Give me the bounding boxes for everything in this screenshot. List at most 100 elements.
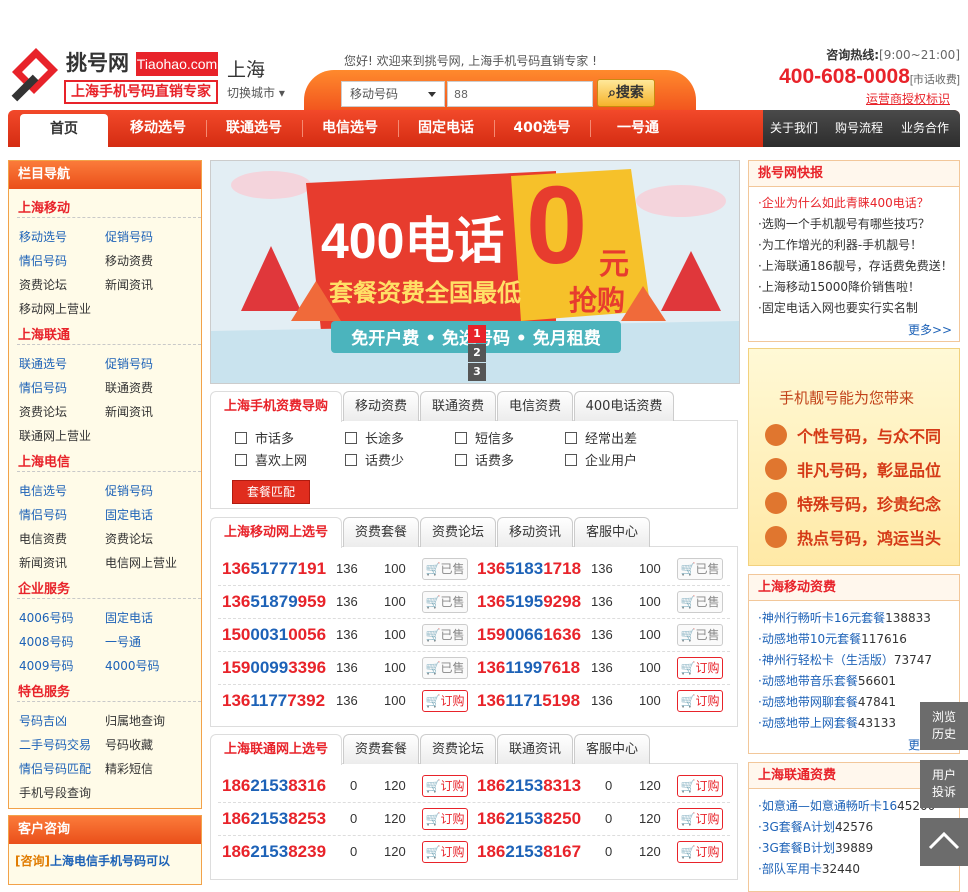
link-telecom-promo[interactable]: 促销号码 [105, 482, 153, 499]
sold-button[interactable]: 🛒已售 [422, 558, 468, 580]
nav-unicom[interactable]: 联通选号 [208, 110, 300, 147]
option-long-distance[interactable]: 长途多 [345, 428, 404, 447]
link-mobile-promo[interactable]: 促销号码 [105, 228, 153, 245]
nav-home[interactable]: 首页 [20, 114, 108, 147]
link-unicom-forum[interactable]: 资费论坛 [19, 403, 67, 420]
order-button[interactable]: 🛒订购 [422, 841, 468, 863]
link-location[interactable]: 归属地查询 [105, 712, 165, 729]
phone-number[interactable]: 15900993396 [222, 657, 326, 679]
fee-plan-link[interactable]: ·部队军用卡32440 [758, 860, 860, 877]
nav-telecom[interactable]: 电信选号 [304, 110, 396, 147]
banner-dot-2[interactable]: 2 [468, 344, 486, 362]
nav-onenumber[interactable]: 一号通 [592, 110, 684, 147]
news-item[interactable]: ·上海移动15000降价销售啦！ [758, 278, 920, 295]
tab-mobile-news[interactable]: 移动资讯 [497, 517, 573, 547]
search-type-select[interactable]: 移动号码 [341, 81, 445, 107]
sold-button[interactable]: 🛒已售 [422, 591, 468, 613]
fee-plan-link[interactable]: ·神州行畅听卡16元套餐138833 [758, 609, 931, 626]
fee-plan-link[interactable]: ·3G套餐B计划39889 [758, 839, 873, 856]
fee-plan-link[interactable]: ·动感地带上网套餐43133 [758, 714, 896, 731]
link-telecom-select[interactable]: 电信选号 [19, 482, 67, 499]
option-local-calls[interactable]: 市话多 [235, 428, 294, 447]
fee-plan-link[interactable]: ·神州行轻松卡（生活版）73747 [758, 651, 932, 668]
tab-mobile-service[interactable]: 客服中心 [574, 517, 650, 547]
link-landline[interactable]: 固定电话 [105, 609, 153, 626]
option-high-fee[interactable]: 话费多 [455, 450, 514, 469]
order-button[interactable]: 🛒订购 [677, 657, 723, 679]
fee-plan-link[interactable]: ·动感地带音乐套餐56601 [758, 672, 896, 689]
order-button[interactable]: 🛒订购 [677, 775, 723, 797]
match-plan-button[interactable]: 套餐匹配 [232, 480, 310, 504]
city-switcher[interactable]: 上海 切换城市 ▾ [227, 58, 307, 101]
browse-history-button[interactable]: 浏览 历史 [920, 702, 968, 750]
tab-unicom-fee[interactable]: 联通资费 [420, 391, 496, 421]
nav-400[interactable]: 400选号 [496, 110, 588, 147]
back-to-top-button[interactable] [920, 818, 968, 866]
tab-400-fee[interactable]: 400电话资费 [574, 391, 674, 421]
news-item[interactable]: ·选购一个手机靓号有哪些技巧？ [758, 215, 930, 232]
banner-dot-1[interactable]: 1 [468, 325, 486, 343]
search-button[interactable]: ⌕搜索 [597, 79, 655, 107]
phone-number[interactable]: 18621538253 [222, 808, 326, 830]
link-telecom-fee[interactable]: 电信资费 [19, 530, 67, 547]
link-mobile-online[interactable]: 移动网上营业 [19, 300, 91, 317]
news-more-link[interactable]: 更多>> [908, 321, 952, 338]
tab-unicom-forum[interactable]: 资费论坛 [420, 734, 496, 764]
section-enterprise[interactable]: 企业服务 [18, 578, 70, 597]
news-item[interactable]: ·为工作增光的利器-手机靓号！ [758, 236, 922, 253]
sold-button[interactable]: 🛒已售 [677, 591, 723, 613]
link-mobile-news[interactable]: 新闻资讯 [105, 276, 153, 293]
tab-mobile-select[interactable]: 上海移动网上选号 [210, 517, 342, 548]
section-special[interactable]: 特色服务 [18, 681, 70, 700]
sold-button[interactable]: 🛒已售 [677, 624, 723, 646]
link-mobile-fee[interactable]: 移动资费 [105, 252, 153, 269]
link-4000[interactable]: 4000号码 [105, 657, 160, 674]
option-sms[interactable]: 短信多 [455, 428, 514, 447]
sold-button[interactable]: 🛒已售 [422, 657, 468, 679]
phone-number[interactable]: 13651879959 [222, 591, 326, 613]
phone-number[interactable]: 18621538313 [477, 775, 581, 797]
link-unicom-couple[interactable]: 情侣号码 [19, 379, 67, 396]
news-item[interactable]: ·企业为什么如此青睐400电话？ [758, 194, 929, 211]
order-button[interactable]: 🛒订购 [422, 808, 468, 830]
link-telecom-forum[interactable]: 资费论坛 [105, 530, 153, 547]
order-button[interactable]: 🛒订购 [422, 775, 468, 797]
tab-mobile-forum[interactable]: 资费论坛 [420, 517, 496, 547]
tab-unicom-select[interactable]: 上海联通网上选号 [210, 734, 342, 765]
link-mobile-forum[interactable]: 资费论坛 [19, 276, 67, 293]
option-internet[interactable]: 喜欢上网 [235, 450, 307, 469]
order-button[interactable]: 🛒订购 [677, 690, 723, 712]
order-button[interactable]: 🛒订购 [677, 808, 723, 830]
section-unicom[interactable]: 上海联通 [18, 324, 70, 343]
link-onenumber[interactable]: 一号通 [105, 633, 141, 650]
phone-number[interactable]: 13611777392 [222, 690, 325, 712]
tab-unicom-news[interactable]: 联通资讯 [497, 734, 573, 764]
phone-number[interactable]: 13651831718 [477, 558, 581, 580]
site-logo[interactable]: 挑号网 Tiaohao.com 上海手机号码直销专家 [8, 46, 218, 106]
link-fortune[interactable]: 号码吉凶 [19, 712, 67, 729]
sold-button[interactable]: 🛒已售 [422, 624, 468, 646]
phone-number[interactable]: 15000310056 [222, 624, 326, 646]
phone-number[interactable]: 13651959298 [477, 591, 581, 613]
link-unicom-online[interactable]: 联通网上营业 [19, 427, 91, 444]
link-4008[interactable]: 4008号码 [19, 633, 74, 650]
sold-button[interactable]: 🛒已售 [677, 558, 723, 580]
phone-number[interactable]: 18621538316 [222, 775, 326, 797]
link-couple-match[interactable]: 情侣号码匹配 [19, 760, 91, 777]
consult-item[interactable]: [咨询]上海电信手机号码可以 [9, 844, 201, 869]
order-button[interactable]: 🛒订购 [677, 841, 723, 863]
phone-number[interactable]: 13611997618 [477, 657, 580, 679]
banner-dot-3[interactable]: 3 [468, 363, 486, 381]
promo-banner[interactable]: 400电话 0 元 套餐资费全国最低 抢购 免开户费 • 免选号码 • 免月租费… [210, 160, 740, 384]
tab-telecom-fee[interactable]: 电信资费 [497, 391, 573, 421]
search-input[interactable] [447, 81, 593, 107]
link-sms[interactable]: 精彩短信 [105, 760, 153, 777]
phone-number[interactable]: 18621538239 [222, 841, 326, 863]
fee-plan-link[interactable]: ·3G套餐A计划42576 [758, 818, 873, 835]
fee-plan-link[interactable]: ·如意通—如意通畅听卡1645200 [758, 797, 935, 814]
option-enterprise[interactable]: 企业用户 [565, 450, 637, 469]
fee-plan-link[interactable]: ·动感地带10元套餐117616 [758, 630, 907, 647]
nav-cooperation[interactable]: 业务合作 [894, 110, 956, 147]
tab-fee-guide[interactable]: 上海手机资费导购 [210, 391, 342, 422]
link-telecom-landline[interactable]: 固定电话 [105, 506, 153, 523]
